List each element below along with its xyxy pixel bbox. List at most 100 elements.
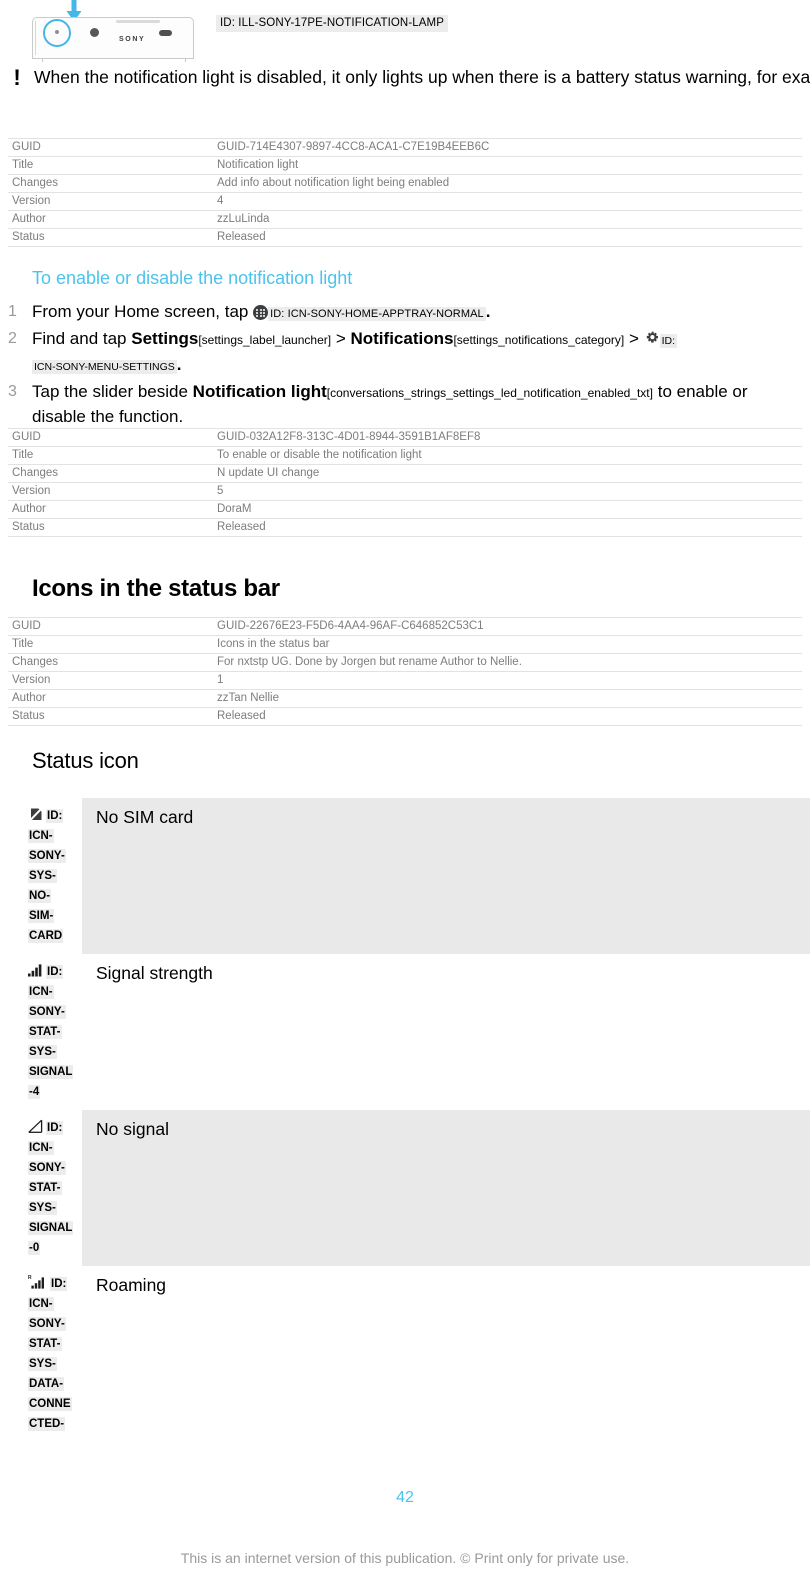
string-id-settings: [settings_label_launcher]: [198, 333, 332, 347]
table-row: Status Released: [8, 707, 802, 726]
meta-value: Add info about notification light being …: [213, 174, 802, 193]
step-number: 3: [8, 383, 17, 400]
highlight-circle-icon: [43, 19, 71, 47]
no-signal-icon: [28, 1119, 43, 1133]
procedure-heading: To enable or disable the notification li…: [32, 268, 353, 288]
metadata-table-notification-light: GUID GUID-714E4307-9897-4CC8-ACA1-C7E19B4…: [8, 138, 802, 247]
step-pre-text: From your Home screen, tap: [32, 302, 249, 321]
table-row: Title Icons in the status bar: [8, 635, 802, 654]
phone-edge: [35, 21, 39, 55]
ui-label-notification-light: Notification light: [192, 382, 327, 401]
icon-id-line: SIM-: [28, 909, 55, 923]
icon-id-line: CTED-: [28, 1417, 66, 1431]
metadata-table-status-bar-icons: GUID GUID-22676E23-F5D6-4AA4-96AF-C646852…: [8, 617, 802, 726]
status-icon-row-no-sim-card: ID: ICN- SONY- SYS- NO- SIM- CARD No SIM…: [0, 798, 810, 954]
phone-speaker: [116, 20, 160, 23]
icon-id-line: SYS-: [28, 869, 57, 883]
table-row: Version 5: [8, 482, 802, 501]
phone-lower-frame: [42, 58, 186, 62]
string-id-notifications: [settings_notifications_category]: [453, 333, 625, 347]
icon-id-line: SONY-: [28, 1317, 66, 1331]
table-row: Version 1: [8, 671, 802, 690]
table-row: Title To enable or disable the notificati…: [8, 446, 802, 465]
icon-cell: ID: ICN- SONY- SYS- NO- SIM- CARD: [0, 798, 82, 954]
meta-key: Version: [8, 671, 213, 690]
meta-value: Released: [213, 228, 802, 247]
step-2: 2 Find and tap Settings[settings_label_l…: [0, 327, 810, 379]
meta-key: Title: [8, 156, 213, 175]
signal-strength-icon: [28, 964, 42, 977]
meta-key: Title: [8, 446, 213, 465]
icon-id-line: SONY-: [28, 1161, 66, 1175]
chapter-heading: Icons in the status bar: [32, 575, 280, 602]
table-row: Status Released: [8, 228, 802, 247]
table-row: Changes Add info about notification light…: [8, 174, 802, 193]
gear-icon: [644, 330, 660, 346]
table-row: Author zzLuLinda: [8, 210, 802, 229]
svg-text:R: R: [28, 1275, 32, 1281]
step-number: 2: [8, 330, 17, 347]
meta-value: To enable or disable the notification li…: [213, 446, 802, 465]
table-row: Changes For nxtstp UG. Done by Jorgen but…: [8, 653, 802, 672]
status-icon-row-no-signal: ID: ICN- SONY- STAT- SYS- SIGNAL -0 No s…: [0, 1110, 810, 1266]
page-number: 42: [396, 1489, 414, 1506]
step-icon-id: ID: ICN-SONY-HOME-APPTRAY-NORMAL: [268, 307, 486, 321]
ui-label-notifications: Notifications: [350, 329, 454, 348]
meta-value: Icons in the status bar: [213, 635, 802, 654]
step-pre-text: Find and tap: [32, 329, 127, 348]
meta-key: Author: [8, 689, 213, 708]
icon-cell: ID: ICN- SONY- STAT- SYS- SIGNAL -4: [0, 954, 82, 1110]
icon-id-line: SIGNAL: [28, 1065, 74, 1079]
meta-value: GUID-032A12F8-313C-4D01-8944-3591B1AF8EF…: [213, 428, 802, 447]
step-text: Tap the slider beside Notification light…: [32, 380, 802, 428]
procedure-steps: 1 From your Home screen, tap ID: ICN-SON…: [0, 300, 810, 429]
icon-id-line: STAT-: [28, 1181, 62, 1195]
icon-id-prefix: ID:: [46, 809, 64, 823]
footer-notice: This is an internet version of this publ…: [180, 1550, 630, 1566]
step-post-text: .: [485, 302, 491, 321]
icon-id-text: ID: ICN- SONY- STAT- SYS- SIGNAL -4: [28, 962, 82, 1102]
meta-key: Version: [8, 482, 213, 501]
meta-value: 1: [213, 671, 802, 690]
table-row: GUID GUID-22676E23-F5D6-4AA4-96AF-C646852…: [8, 617, 802, 636]
table-row: Changes N update UI change: [8, 464, 802, 483]
metadata-table-enable-disable: GUID GUID-032A12F8-313C-4D01-8944-3591B1A…: [8, 428, 802, 537]
icon-description: Signal strength: [96, 963, 213, 983]
meta-key: GUID: [8, 617, 213, 636]
meta-key: Status: [8, 228, 213, 247]
meta-value: zzLuLinda: [213, 210, 802, 229]
icon-id-prefix: ID:: [50, 1277, 68, 1291]
front-camera: [90, 28, 99, 37]
meta-key: GUID: [8, 138, 213, 157]
section-heading: Status icon: [32, 748, 139, 773]
string-id-notification-light: [conversations_strings_settings_led_noti…: [326, 386, 653, 400]
icon-id-line: ICN-: [28, 1141, 54, 1155]
icon-id-line: DATA-: [28, 1377, 65, 1391]
separator: >: [628, 329, 639, 348]
meta-value: 5: [213, 482, 802, 501]
meta-key: GUID: [8, 428, 213, 447]
icon-id-line: STAT-: [28, 1025, 62, 1039]
icon-id-prefix: ID:: [46, 965, 64, 979]
illustration-id-label: ID: ILL-SONY-17PE-NOTIFICATION-LAMP: [216, 15, 448, 32]
meta-key: Changes: [8, 174, 213, 193]
step-text: From your Home screen, tap ID: ICN-SONY-…: [32, 300, 802, 326]
meta-value: For nxtstp UG. Done by Jorgen but rename…: [213, 653, 802, 672]
meta-value: Released: [213, 707, 802, 726]
icon-id-line: SONY-: [28, 849, 66, 863]
table-row: Status Released: [8, 518, 802, 537]
icon-cell: ID: ICN- SONY- STAT- SYS- SIGNAL -0: [0, 1110, 82, 1266]
table-row: Title Notification light: [8, 156, 802, 175]
table-row: Author zzTan Nellie: [8, 689, 802, 708]
icon-id-text: R ID: ICN- SONY- STAT- SYS- DATA- CONNE …: [28, 1274, 82, 1434]
step-text: Find and tap Settings[settings_label_lau…: [32, 327, 802, 379]
icon-description: No signal: [96, 1119, 169, 1139]
step-3: 3 Tap the slider beside Notification lig…: [0, 380, 810, 428]
note-text: When the notification light is disabled,…: [34, 66, 810, 88]
note-block: ! When the notification light is disable…: [0, 66, 810, 89]
brand-label: SONY: [119, 36, 146, 43]
icon-id-line: SONY-: [28, 1005, 66, 1019]
ui-label-settings: Settings: [131, 329, 199, 348]
meta-value: DoraM: [213, 500, 802, 519]
meta-key: Changes: [8, 653, 213, 672]
